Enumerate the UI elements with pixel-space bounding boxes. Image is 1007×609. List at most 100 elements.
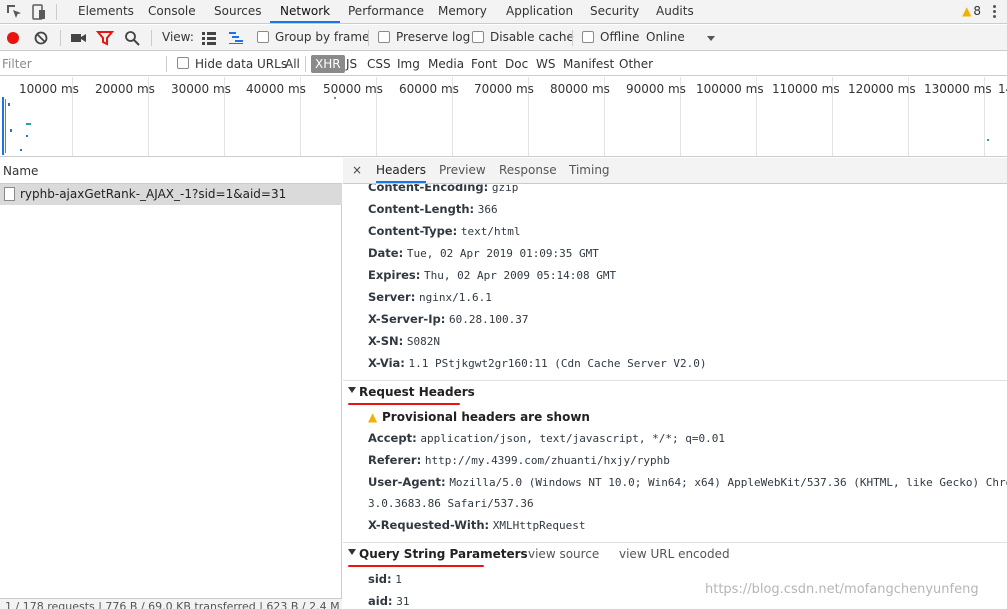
filter-icon[interactable] (96, 29, 114, 47)
header-key: X-SN: (368, 334, 404, 348)
provisional-warning: ▲ Provisional headers are shown (368, 410, 590, 424)
timeline-request-bar (5, 99, 6, 153)
throttling-select[interactable]: Online (646, 25, 685, 50)
disable-cache-label: Disable cache (490, 30, 574, 44)
filter-type-css[interactable]: CSS (365, 55, 393, 73)
timeline-request-bar (26, 135, 28, 137)
network-toolbar: View: Group by frame Preserve log Disabl… (0, 25, 1007, 51)
clear-icon[interactable] (32, 29, 50, 47)
filter-type-font[interactable]: Font (469, 55, 499, 73)
timeline-tick: 130000 ms (924, 82, 992, 96)
filter-bar: Hide data URLs All XHR JS CSS Img Media … (0, 52, 1007, 76)
header-key: Content-Type: (368, 224, 458, 238)
preserve-log-checkbox[interactable] (378, 31, 390, 43)
annotation-underline (348, 403, 460, 405)
disable-cache-checkbox[interactable] (472, 31, 484, 43)
tab-application[interactable]: Application (506, 0, 573, 23)
timeline-overview[interactable]: 10000 ms 20000 ms 30000 ms 40000 ms 5000… (0, 77, 1007, 157)
filter-type-js[interactable]: JS (344, 55, 359, 73)
request-name: ryphb-ajaxGetRank-_AJAX_-1?sid=1&aid=31 (20, 187, 287, 201)
hide-data-urls-checkbox[interactable] (177, 57, 189, 69)
toolbar-divider (151, 30, 152, 46)
param-value: 1 (395, 573, 402, 586)
filter-type-ws[interactable]: WS (534, 55, 557, 73)
tab-response[interactable]: Response (499, 158, 557, 183)
param-key: sid: (368, 572, 392, 586)
header-row: X-Requested-With: XMLHttpRequest (368, 518, 586, 532)
tab-console[interactable]: Console (148, 0, 196, 23)
header-value: http://my.4399.com/zhuanti/hxjy/ryphb (424, 454, 670, 467)
filter-type-img[interactable]: Img (395, 55, 422, 73)
filter-input[interactable] (2, 55, 162, 73)
toolbar-divider (305, 56, 306, 72)
header-key: Referer: (368, 453, 422, 467)
header-row: Content-Length: 366 (368, 202, 498, 216)
capture-screenshots-icon[interactable] (69, 29, 87, 47)
offline-label: Offline (600, 30, 640, 44)
tab-audits[interactable]: Audits (656, 0, 694, 23)
warnings-counter[interactable]: ▲ 8 (962, 4, 981, 20)
toolbar-divider (56, 4, 57, 20)
devtools-tabbar: Elements Console Sources Network Perform… (0, 0, 1007, 24)
request-headers-section[interactable]: Request Headers (343, 380, 1007, 404)
offline-checkbox[interactable] (582, 31, 594, 43)
param-key: aid: (368, 594, 393, 608)
toolbar-divider (166, 56, 167, 72)
name-column-label: Name (3, 164, 39, 178)
tab-timing[interactable]: Timing (569, 158, 610, 183)
timeline-tick: 80000 ms (550, 82, 610, 96)
request-row[interactable]: ryphb-ajaxGetRank-_AJAX_-1?sid=1&aid=31 (0, 184, 342, 205)
timeline-tick: 10000 ms (19, 82, 79, 96)
warning-icon: ▲ (962, 4, 972, 18)
triangle-down-icon (348, 549, 356, 555)
tab-headers[interactable]: Headers (376, 158, 426, 183)
header-row: Date: Tue, 02 Apr 2019 01:09:35 GMT (368, 246, 599, 260)
header-row: User-Agent: Mozilla/5.0 (Windows NT 10.0… (368, 475, 1007, 489)
tab-preview[interactable]: Preview (439, 158, 486, 183)
timeline-tick: 30000 ms (171, 82, 231, 96)
timeline-tick: 70000 ms (474, 82, 534, 96)
large-rows-icon[interactable] (200, 29, 218, 47)
close-icon[interactable]: × (352, 163, 362, 177)
more-options-icon[interactable] (992, 3, 998, 21)
filter-type-other[interactable]: Other (617, 55, 655, 73)
header-value: XMLHttpRequest (492, 519, 586, 532)
timeline-request-bar (334, 97, 336, 99)
timeline-request-bar (20, 149, 22, 151)
query-string-section[interactable]: Query String Parameters view source view… (343, 542, 1007, 566)
waterfall-overview-icon[interactable] (227, 29, 245, 47)
filter-type-all[interactable]: All (283, 55, 302, 73)
tab-sources[interactable]: Sources (214, 0, 261, 23)
view-source-link[interactable]: view source (528, 547, 599, 561)
inspect-element-icon[interactable] (5, 3, 23, 21)
tab-security[interactable]: Security (590, 0, 639, 23)
header-row: X-Server-Ip: 60.28.100.37 (368, 312, 528, 326)
toolbar-divider (572, 30, 573, 46)
tab-performance[interactable]: Performance (348, 0, 424, 23)
record-icon[interactable] (4, 29, 22, 47)
filter-type-manifest[interactable]: Manifest (561, 55, 616, 73)
group-by-frame-label: Group by frame (275, 30, 370, 44)
request-list: Name ryphb-ajaxGetRank-_AJAX_-1?sid=1&ai… (0, 158, 342, 598)
tab-memory[interactable]: Memory (438, 0, 487, 23)
filter-type-doc[interactable]: Doc (503, 55, 530, 73)
device-toolbar-icon[interactable] (29, 3, 47, 21)
name-column-header[interactable]: Name (0, 158, 342, 184)
header-key: Date: (368, 246, 404, 260)
header-row: Server: nginx/1.6.1 (368, 290, 492, 304)
tab-network[interactable]: Network (270, 0, 341, 23)
tab-elements[interactable]: Elements (78, 0, 134, 23)
header-key: User-Agent: (368, 475, 446, 489)
chevron-down-icon[interactable] (707, 36, 715, 41)
filter-type-xhr[interactable]: XHR (311, 55, 345, 73)
status-summary: 1 / 178 requests | 776 B / 69.0 KB trans… (5, 600, 340, 609)
filter-type-media[interactable]: Media (426, 55, 466, 73)
view-label: View: (162, 30, 194, 44)
group-by-frame-checkbox[interactable] (257, 31, 269, 43)
search-icon[interactable] (123, 29, 141, 47)
header-row: Expires: Thu, 02 Apr 2009 05:14:08 GMT (368, 268, 616, 282)
timeline-tick: 14 (998, 82, 1007, 96)
file-icon (4, 187, 15, 201)
triangle-down-icon (348, 387, 356, 393)
view-url-encoded-link[interactable]: view URL encoded (619, 547, 730, 561)
